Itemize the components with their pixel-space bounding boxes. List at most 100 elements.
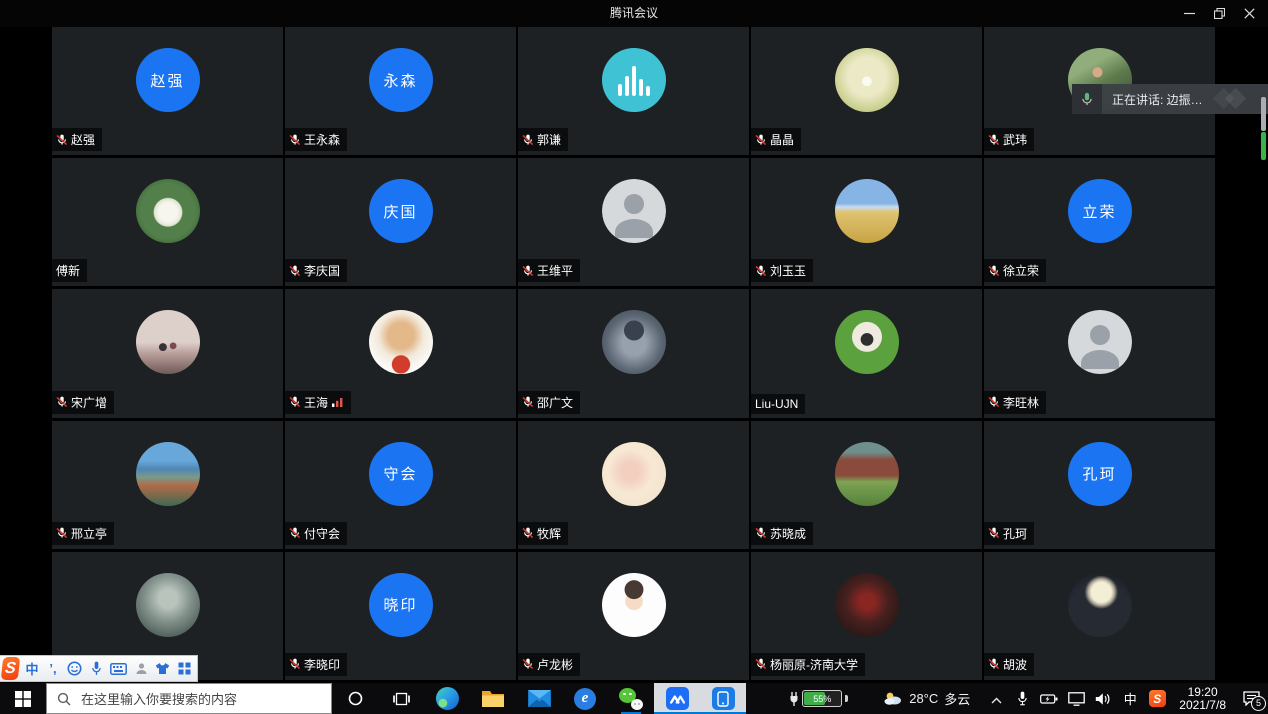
photo-avatar-wheat-field bbox=[835, 179, 899, 243]
taskbar-apps: e bbox=[424, 683, 746, 714]
scrollbar-thumb[interactable] bbox=[1261, 97, 1266, 131]
participant-tile[interactable]: 王维平 bbox=[518, 158, 749, 286]
participant-name-tag: 武玮 bbox=[984, 128, 1034, 151]
taskbar-app-tencent-meeting[interactable] bbox=[654, 683, 700, 714]
participant-avatar: 庆国 bbox=[369, 179, 433, 243]
participant-tile[interactable]: 傅新 bbox=[52, 158, 283, 286]
meeting-stage: 赵强赵强永森王永森郭谦晶晶武玮傅新庆国李庆国王维平刘玉玉立荣徐立荣宋广增王海邵广… bbox=[0, 27, 1268, 683]
participant-name: 徐立荣 bbox=[1003, 262, 1039, 279]
weather-widget[interactable]: 28°C 多云 bbox=[883, 689, 970, 708]
participant-tile[interactable]: 晶晶 bbox=[751, 27, 982, 155]
sogou-ime-bar[interactable]: S 中 ’, bbox=[0, 655, 198, 682]
sogou-account-icon[interactable] bbox=[134, 660, 148, 678]
window-controls bbox=[1174, 0, 1264, 27]
taskbar-search-input[interactable]: 在这里输入你要搜索的内容 bbox=[46, 683, 332, 714]
participant-name: 卢龙彬 bbox=[537, 656, 573, 673]
participant-name-tag: 邵广文 bbox=[518, 391, 580, 414]
e-browser-icon: e bbox=[574, 688, 596, 710]
tray-microphone-icon[interactable] bbox=[1013, 690, 1031, 708]
participant-name: 王永森 bbox=[304, 131, 340, 148]
participant-tile[interactable]: 李旺林 bbox=[984, 289, 1215, 417]
sogou-soft-keyboard-icon[interactable] bbox=[110, 660, 127, 678]
participant-avatar bbox=[602, 48, 666, 112]
tray-overflow-chevron[interactable] bbox=[991, 693, 1002, 707]
tray-date: 2021/7/8 bbox=[1179, 699, 1226, 712]
taskbar-app-e-browser[interactable]: e bbox=[562, 683, 608, 714]
taskbar-app-wechat[interactable] bbox=[608, 683, 654, 714]
cortana-button[interactable] bbox=[332, 683, 378, 714]
photo-avatar-family-walk bbox=[136, 310, 200, 374]
mic-muted-icon bbox=[988, 396, 1000, 408]
sogou-skin-icon[interactable] bbox=[155, 660, 170, 678]
notification-badge: 5 bbox=[1251, 696, 1266, 711]
participant-name: Liu-UJN bbox=[755, 397, 798, 411]
mic-muted-icon bbox=[988, 527, 1000, 539]
weather-temp: 28°C bbox=[909, 691, 938, 706]
participant-tile[interactable]: 孔珂孔珂 bbox=[984, 421, 1215, 549]
taskbar: 在这里输入你要搜索的内容 e 55% bbox=[0, 683, 1268, 714]
participant-tile[interactable]: 赵强赵强 bbox=[52, 27, 283, 155]
sogou-chinese-mode-icon[interactable]: 中 bbox=[25, 660, 39, 678]
taskbar-app-edge[interactable] bbox=[424, 683, 470, 714]
participant-grid: 赵强赵强永森王永森郭谦晶晶武玮傅新庆国李庆国王维平刘玉玉立荣徐立荣宋广增王海邵广… bbox=[52, 27, 1215, 680]
grid-scrollbar[interactable] bbox=[1261, 97, 1266, 160]
taskbar-app-phone-link[interactable] bbox=[700, 683, 746, 714]
participant-name-tag: 付守会 bbox=[285, 522, 347, 545]
sogou-emoji-icon[interactable] bbox=[67, 660, 82, 678]
taskbar-app-mail[interactable] bbox=[516, 683, 562, 714]
sogou-logo-icon[interactable]: S bbox=[1, 657, 20, 680]
participant-tile[interactable]: 邵广文 bbox=[518, 289, 749, 417]
participant-tile[interactable]: 刘玉玉 bbox=[751, 158, 982, 286]
network-signal-icon bbox=[331, 397, 344, 407]
restore-button[interactable] bbox=[1204, 0, 1234, 27]
tray-ime-icon[interactable]: 中 bbox=[1121, 690, 1139, 708]
participant-tile[interactable]: 立荣徐立荣 bbox=[984, 158, 1215, 286]
participant-tile[interactable]: 卢龙彬 bbox=[518, 552, 749, 680]
title-bar: 腾讯会议 bbox=[0, 0, 1268, 27]
participant-tile[interactable]: 王海 bbox=[285, 289, 516, 417]
participant-name-tag: 牧辉 bbox=[518, 522, 568, 545]
taskbar-app-file-explorer[interactable] bbox=[470, 683, 516, 714]
close-button[interactable] bbox=[1234, 0, 1264, 27]
action-center-button[interactable]: 5 bbox=[1239, 688, 1263, 710]
tray-sogou-icon[interactable]: S bbox=[1148, 690, 1166, 708]
participant-tile[interactable]: Liu-UJN bbox=[751, 289, 982, 417]
participant-name-tag: 李晓印 bbox=[285, 653, 347, 676]
participant-name: 李晓印 bbox=[304, 656, 340, 673]
minimize-button[interactable] bbox=[1174, 0, 1204, 27]
start-button[interactable] bbox=[0, 683, 46, 714]
mic-muted-icon bbox=[522, 134, 534, 146]
battery-widget[interactable]: 55% bbox=[789, 690, 848, 707]
participant-tile[interactable]: 杨丽原-济南大学 bbox=[751, 552, 982, 680]
participant-tile[interactable]: 胡波 bbox=[984, 552, 1215, 680]
taskbar-clock[interactable]: 19:20 2021/7/8 bbox=[1179, 686, 1226, 712]
participant-tile[interactable]: 苏晓成 bbox=[751, 421, 982, 549]
tray-monitor-icon[interactable] bbox=[1067, 690, 1085, 708]
photo-avatar-dog bbox=[369, 310, 433, 374]
photo-avatar-girl-field bbox=[835, 48, 899, 112]
wechat-icon bbox=[619, 688, 643, 710]
participant-tile[interactable]: 牧辉 bbox=[518, 421, 749, 549]
file-explorer-icon bbox=[481, 689, 505, 708]
participant-tile[interactable]: 守会付守会 bbox=[285, 421, 516, 549]
cortana-icon bbox=[348, 691, 363, 706]
mic-muted-icon bbox=[988, 658, 1000, 670]
participant-tile[interactable]: 邢立亭 bbox=[52, 421, 283, 549]
tray-battery-icon[interactable] bbox=[1040, 690, 1058, 708]
tray-volume-icon[interactable] bbox=[1094, 690, 1112, 708]
participant-name-tag: 邢立亭 bbox=[52, 522, 114, 545]
task-view-icon bbox=[393, 692, 410, 706]
participant-tile[interactable]: 庆国李庆国 bbox=[285, 158, 516, 286]
participant-name: 傅新 bbox=[56, 262, 80, 279]
photo-avatar-city-park bbox=[136, 442, 200, 506]
participant-tile[interactable]: 晓印李晓印 bbox=[285, 552, 516, 680]
sogou-voice-input-icon[interactable] bbox=[89, 660, 103, 678]
participant-name: 邢立亭 bbox=[71, 525, 107, 542]
task-view-button[interactable] bbox=[378, 683, 424, 714]
participant-tile[interactable]: 永森王永森 bbox=[285, 27, 516, 155]
participant-avatar: 立荣 bbox=[1068, 179, 1132, 243]
sogou-punctuation-icon[interactable]: ’, bbox=[46, 660, 60, 678]
participant-tile[interactable]: 郭谦 bbox=[518, 27, 749, 155]
participant-tile[interactable]: 宋广增 bbox=[52, 289, 283, 417]
sogou-toolbox-icon[interactable] bbox=[177, 660, 191, 678]
